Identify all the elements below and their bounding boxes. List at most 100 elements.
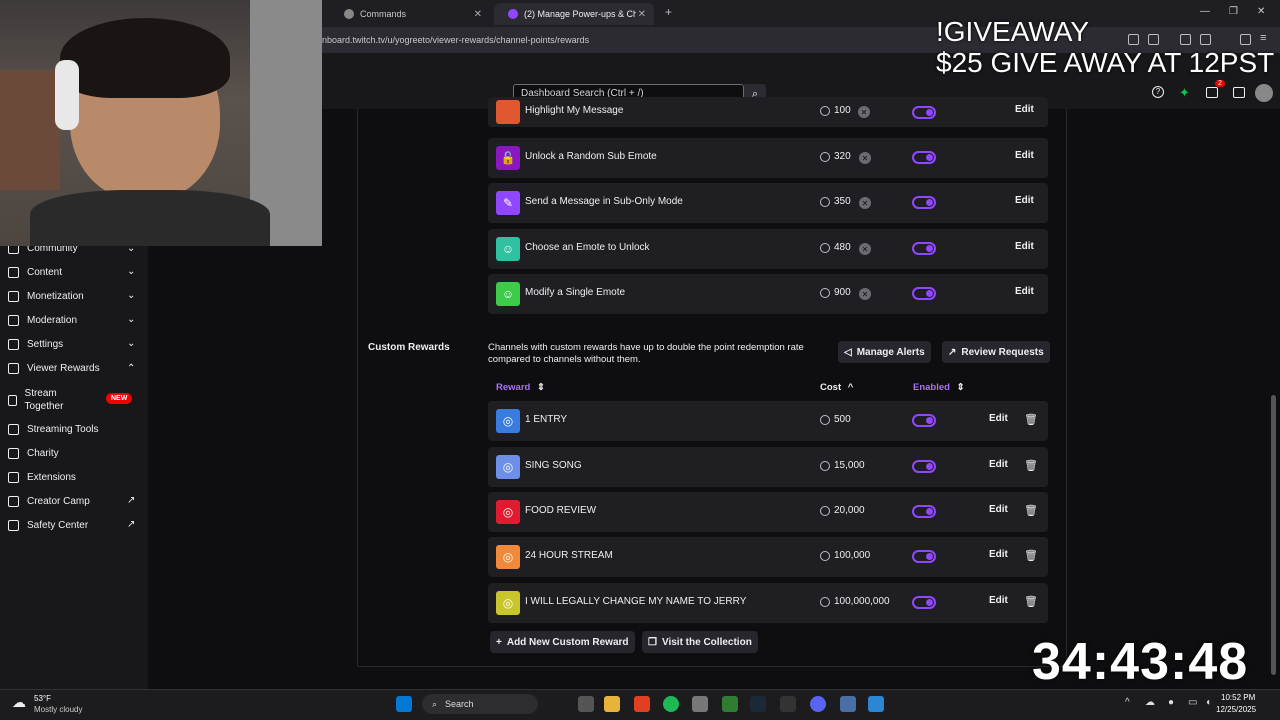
reward-column-header[interactable]: Reward ⇕ [496,382,545,393]
sidebar-item-moderation[interactable]: Moderation [8,315,77,326]
avatar[interactable] [1255,84,1273,102]
tab-commands[interactable]: Commands ✕ [330,3,490,25]
edit-button[interactable]: Edit [989,504,1008,515]
close-tab-icon[interactable]: ✕ [474,9,482,20]
scrollbar-thumb[interactable] [1271,395,1276,675]
edit-button[interactable]: Edit [1015,241,1034,252]
sidebar-toggle-icon[interactable] [1180,34,1191,45]
trash-icon[interactable]: 🗑 [1024,595,1038,608]
edit-button[interactable]: Edit [1015,104,1034,115]
app-icon[interactable] [780,696,796,712]
collections-icon[interactable] [1200,34,1211,45]
close-icon[interactable]: ✕ [859,243,871,255]
cost-column-header[interactable]: Cost ^ [820,382,853,393]
sidebar-item-settings[interactable]: Settings [8,339,63,350]
microphone-icon[interactable]: ● [1168,697,1174,708]
taskbar-search[interactable]: ⌕ Search [422,694,538,714]
enabled-toggle[interactable] [912,550,936,563]
enabled-toggle[interactable] [912,196,936,209]
enabled-toggle[interactable] [912,242,936,255]
sidebar-item-stream-together[interactable]: Stream Together [8,387,78,413]
menu-icon[interactable]: ≡ [1260,32,1266,44]
tab-manage-power-ups[interactable]: (2) Manage Power-ups & Chann ✕ [494,3,654,25]
brave-browser-icon[interactable] [634,696,650,712]
close-icon[interactable]: ✕ [859,152,871,164]
volume-icon[interactable]: ◖ [1205,697,1211,708]
weather-icon[interactable]: ☁ [12,694,26,711]
visit-collection-button[interactable]: ❐ Visit the Collection [642,631,758,653]
trash-icon[interactable]: 🗑 [1024,413,1038,426]
trash-icon[interactable]: 🗑 [1024,459,1038,472]
cloud-icon[interactable]: ☁ [1145,697,1155,708]
enabled-column-header[interactable]: Enabled ⇕ [913,382,965,393]
task-view-icon[interactable] [578,696,594,712]
sidebar-item-content[interactable]: Content [8,267,62,278]
enabled-toggle[interactable] [912,414,936,427]
enabled-toggle[interactable] [912,151,936,164]
extension-icon[interactable] [1128,34,1139,45]
shield-icon[interactable] [1240,34,1251,45]
enabled-toggle[interactable] [912,106,936,119]
chevron-down-icon[interactable]: ⌄ [127,314,135,325]
url-text[interactable]: nboard.twitch.tv/u/yogreeto/viewer-rewar… [322,35,589,45]
inbox-icon[interactable] [1206,87,1218,98]
enabled-toggle[interactable] [912,460,936,473]
steam-icon[interactable] [750,696,766,712]
edit-button[interactable]: Edit [989,595,1008,606]
edit-button[interactable]: Edit [989,413,1008,424]
close-icon[interactable]: ✕ [859,197,871,209]
file-explorer-icon[interactable] [604,696,620,712]
edit-button[interactable]: Edit [1015,150,1034,161]
windows-start-icon[interactable] [396,696,412,712]
edit-button[interactable]: Edit [989,549,1008,560]
taskbar-date[interactable]: 12/25/2025 [1216,705,1256,714]
add-new-custom-reward-button[interactable]: + Add New Custom Reward [490,631,635,653]
close-icon[interactable]: ✕ [859,288,871,300]
notepad-icon[interactable] [868,696,884,712]
discord-icon[interactable] [810,696,826,712]
extension-icon[interactable] [1148,34,1159,45]
chevron-down-icon[interactable]: ⌄ [127,290,135,301]
sidebar-item-viewer-rewards[interactable]: Viewer Rewards [8,363,100,374]
enabled-toggle[interactable] [912,505,936,518]
maximize-icon[interactable]: ❐ [1229,6,1238,17]
close-icon[interactable]: ✕ [858,106,870,118]
trash-icon[interactable]: 🗑 [1024,549,1038,562]
search-icon: ⌕ [432,698,438,709]
app-icon[interactable] [692,696,708,712]
app-icon[interactable] [840,696,856,712]
manage-alerts-button[interactable]: ◁ Manage Alerts [838,341,931,363]
enabled-toggle[interactable] [912,287,936,300]
close-tab-icon[interactable]: ✕ [638,9,646,20]
sparkle-icon[interactable]: ✦ [1179,85,1190,101]
edit-button[interactable]: Edit [989,459,1008,470]
new-tab-button[interactable]: + [665,5,672,19]
reward-label: Choose an Emote to Unlock [525,242,650,253]
spotify-icon[interactable] [663,696,679,712]
chevron-down-icon[interactable]: ⌄ [127,266,135,277]
chevron-up-icon[interactable]: ^ [1125,697,1130,708]
sidebar-item-extensions[interactable]: Extensions [8,472,76,483]
monitor-icon[interactable]: ▭ [1188,697,1197,708]
chevron-up-icon[interactable]: ⌃ [127,363,135,374]
chevron-down-icon[interactable]: ⌄ [127,338,135,349]
edit-button[interactable]: Edit [1015,286,1034,297]
sidebar-item-monetization[interactable]: Monetization [8,291,84,302]
sidebar-item-creator-camp[interactable]: Creator Camp [8,496,90,507]
sidebar-item-charity[interactable]: Charity [8,448,59,459]
taskbar-time[interactable]: 10:52 PM [1221,693,1255,702]
close-window-icon[interactable]: ✕ [1257,6,1265,17]
external-link-icon[interactable]: ↗ [127,495,135,506]
sidebar-item-streaming-tools[interactable]: Streaming Tools [8,424,99,435]
enabled-toggle[interactable] [912,596,936,609]
reward-label: Unlock a Random Sub Emote [525,151,657,162]
xbox-icon[interactable] [722,696,738,712]
trash-icon[interactable]: 🗑 [1024,504,1038,517]
minimize-icon[interactable]: — [1200,6,1210,17]
chat-icon[interactable] [1233,87,1245,98]
help-icon[interactable]: ? [1152,86,1164,98]
external-link-icon[interactable]: ↗ [127,519,135,530]
sidebar-item-safety-center[interactable]: Safety Center [8,520,88,531]
review-requests-button[interactable]: ↗ Review Requests [942,341,1050,363]
edit-button[interactable]: Edit [1015,195,1034,206]
